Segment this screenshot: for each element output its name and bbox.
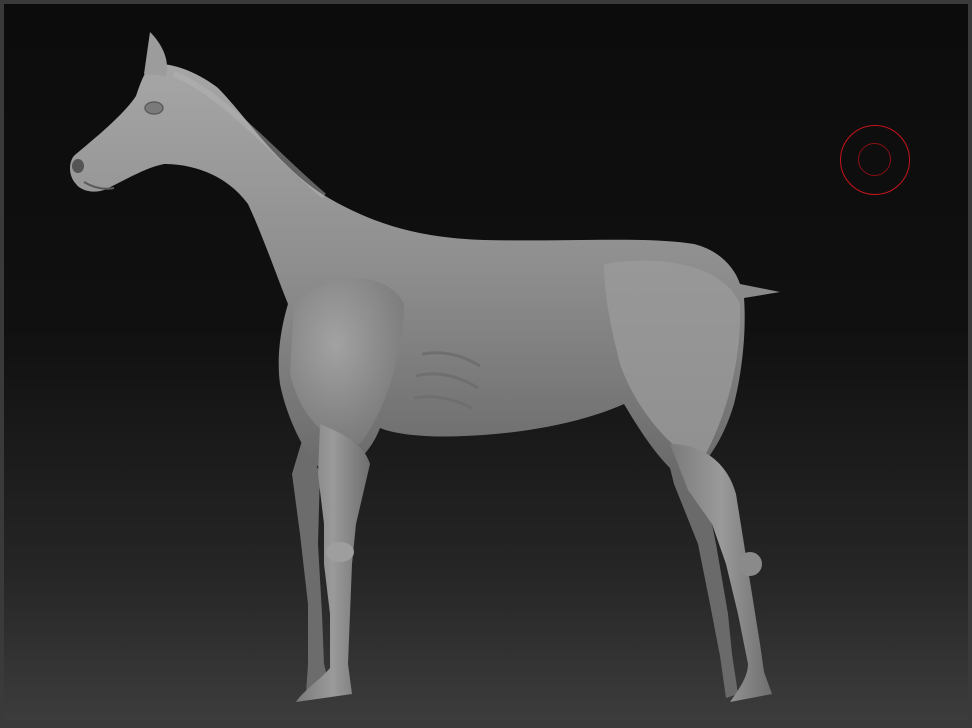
horse-eye <box>144 101 164 115</box>
canvas-frame <box>0 0 972 728</box>
sculpt-viewport[interactable] <box>4 4 968 720</box>
brush-cursor <box>840 125 910 195</box>
horse-nostril <box>72 159 84 173</box>
horse-sculpt-model[interactable] <box>4 4 968 720</box>
brush-cursor-inner-ring <box>858 143 891 176</box>
horse-ear <box>144 32 168 76</box>
